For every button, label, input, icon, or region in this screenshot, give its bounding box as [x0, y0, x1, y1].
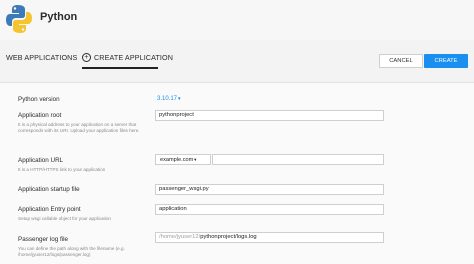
chevron-down-icon: ▼ — [193, 157, 198, 162]
app-url-path-input[interactable] — [212, 154, 384, 165]
app-root-input[interactable]: pythonproject — [155, 110, 384, 121]
tab-create-application[interactable]: + CREATE APPLICATION — [82, 53, 173, 62]
entry-point-help: Setup wsgi callable object for your appl… — [18, 216, 111, 221]
chevron-down-icon: ▼ — [177, 96, 182, 101]
app-url-label: Application URL — [18, 157, 64, 164]
python-version-label: Python version — [18, 96, 60, 103]
active-tab-indicator — [82, 67, 158, 69]
page-title: Python — [40, 11, 78, 23]
domain-value: example.com — [160, 157, 194, 163]
log-file-prefix: /home/jyuser12/ — [159, 234, 201, 240]
cancel-button[interactable]: CANCEL — [379, 54, 423, 68]
python-version-value: 3.10.17 — [157, 96, 178, 102]
domain-select[interactable]: example.com▼ — [155, 154, 211, 165]
app-url-help: It is a HTTP/HTTPS link to your applicat… — [18, 167, 106, 172]
entry-point-label: Application Entry point — [18, 206, 81, 213]
python-logo-icon — [6, 5, 32, 33]
startup-file-input[interactable]: passenger_wsgi.py — [155, 184, 384, 195]
python-version-select[interactable]: 3.10.17▼ — [157, 96, 182, 102]
app-root-label: Application root — [18, 112, 62, 119]
log-file-input[interactable]: /home/jyuser12/pythonproject/logs.log — [155, 232, 384, 243]
tab-create-application-label: CREATE APPLICATION — [94, 53, 174, 62]
app-root-help: It is a physical address to your applica… — [18, 122, 140, 133]
startup-file-label: Application startup file — [18, 186, 80, 193]
log-file-label: Passenger log file — [18, 236, 69, 243]
log-file-help: You can define the path along with the f… — [18, 246, 125, 257]
create-button[interactable]: CREATE — [424, 54, 468, 68]
top-bar: Python — [0, 0, 474, 40]
plus-circle-icon: + — [82, 53, 91, 62]
entry-point-input[interactable]: application — [155, 204, 384, 215]
tab-web-applications[interactable]: WEB APPLICATIONS — [6, 53, 77, 62]
log-file-value: pythonproject/logs.log — [200, 234, 257, 240]
